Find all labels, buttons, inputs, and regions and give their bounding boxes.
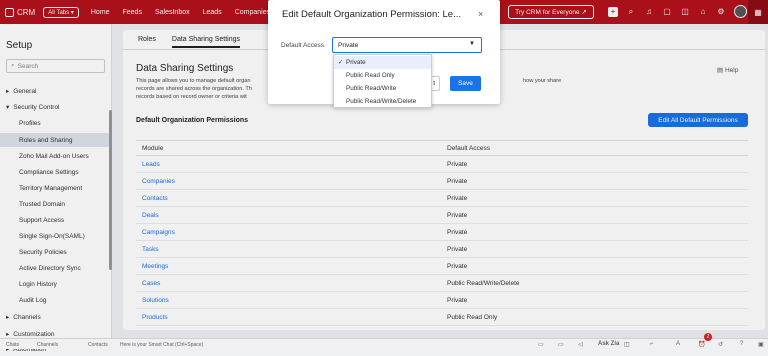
option-public-read-write[interactable]: Public Read/Write bbox=[334, 82, 431, 95]
close-icon[interactable]: × bbox=[478, 9, 483, 19]
option-label: Private bbox=[346, 59, 366, 66]
option-public-read-only[interactable]: Public Read Only bbox=[334, 69, 431, 82]
selected-value: Private bbox=[338, 41, 359, 49]
check-icon: ✓ bbox=[338, 60, 344, 66]
modal-title: Edit Default Organization Permission: Le… bbox=[282, 9, 462, 20]
option-public-read-write-delete[interactable]: Public Read/Write/Delete bbox=[334, 95, 431, 108]
option-private[interactable]: ✓ Private bbox=[334, 56, 431, 69]
option-label: Public Read Only bbox=[346, 72, 395, 79]
default-access-label: Default Access bbox=[281, 42, 324, 49]
save-button[interactable]: Save bbox=[450, 76, 481, 91]
chevron-down-icon: ▼ bbox=[469, 41, 475, 47]
access-dropdown-list: ✓ Private Public Read Only Public Read/Wr… bbox=[333, 54, 432, 108]
option-label: Public Read/Write/Delete bbox=[346, 98, 417, 105]
option-label: Public Read/Write bbox=[346, 85, 397, 92]
default-access-select[interactable]: Private ▼ bbox=[332, 37, 482, 53]
